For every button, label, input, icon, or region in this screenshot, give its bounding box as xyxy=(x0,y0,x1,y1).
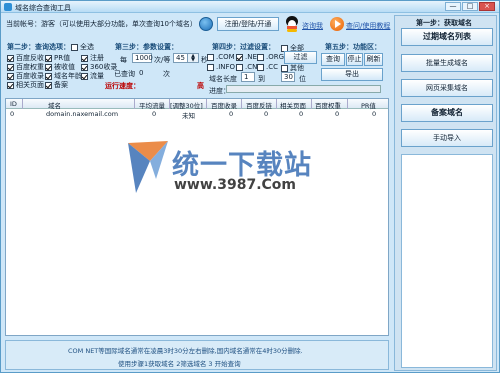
status-panel: COM NET等国际域名通常在凌晨3时30分左右删除,国内域名通常在4时30分删… xyxy=(5,340,389,370)
app-icon xyxy=(4,3,12,11)
select-all-checkbox[interactable]: 全选 xyxy=(71,42,94,52)
queried-label: 已查询 xyxy=(114,70,135,78)
step3-title: 第三步：参数设置： xyxy=(115,43,178,51)
length-from-input[interactable]: 1 xyxy=(241,72,255,82)
batch-generate-button[interactable]: 批量生成域名 xyxy=(401,54,493,72)
every-label: 每 xyxy=(120,56,127,64)
running-speed-label: 运行速度： xyxy=(105,82,140,90)
filter-checkbox[interactable]: .CN xyxy=(236,63,257,71)
close-button[interactable]: × xyxy=(479,2,495,11)
step4-title: 第四步：过滤设置： xyxy=(212,43,275,51)
length-label: 域名长度 xyxy=(209,75,237,83)
icp-domains-button[interactable]: 备案域名 xyxy=(401,104,493,122)
query-button[interactable]: 查询 xyxy=(321,53,345,66)
length-to-label: 到 xyxy=(258,75,265,83)
watermark-logo-icon xyxy=(128,141,168,193)
column-header[interactable]: 相关页面 xyxy=(280,100,306,110)
filter-checkbox[interactable]: .COM xyxy=(207,53,235,61)
times-label: 次/等 xyxy=(154,56,171,64)
status-line-1: COM NET等国际域名通常在凌晨3时30分左右删除,国内域名通常在4时30分删… xyxy=(68,347,303,355)
help-link[interactable]: 查问/使用教程 xyxy=(346,21,390,31)
qq-penguin-icon[interactable] xyxy=(285,16,299,32)
register-button[interactable]: 注册/登陆/开通 xyxy=(217,17,279,31)
filter-checkbox[interactable]: .ORG xyxy=(257,53,284,61)
results-table[interactable]: ID 域名 平均流量 [调整30位] 百度收录 百度反链 相关页面 百度权重 P… xyxy=(5,98,389,336)
table-cell: 0 xyxy=(372,110,377,118)
column-header[interactable]: 百度反链 xyxy=(246,100,272,110)
table-header: ID 域名 平均流量 [调整30位] 百度收录 百度反链 相关页面 百度权重 P… xyxy=(6,99,388,110)
count-input[interactable]: 1000 xyxy=(132,53,153,63)
export-button[interactable]: 导出 xyxy=(321,68,383,81)
refresh-icon[interactable] xyxy=(199,17,213,31)
domain-list-box[interactable] xyxy=(401,154,493,368)
filter-checkbox[interactable]: .INFO xyxy=(207,63,235,71)
table-cell: 0 xyxy=(152,110,157,118)
watermark: 统一下载站 www.3987.Com xyxy=(126,139,356,199)
column-header[interactable]: 百度权重 xyxy=(315,100,341,110)
option-checkbox[interactable]: 备案 xyxy=(45,80,68,90)
seconds-input[interactable]: 45 xyxy=(173,53,188,63)
table-cell: domain.naxemail.com xyxy=(46,110,119,118)
play-icon[interactable] xyxy=(330,17,344,31)
column-header[interactable]: 平均流量 xyxy=(139,100,165,110)
length-to-input[interactable]: 30 xyxy=(281,72,295,82)
filter-button[interactable]: 过滤 xyxy=(284,51,317,64)
queried-unit: 次 xyxy=(163,70,170,78)
watermark-url: www.3987.Com xyxy=(174,177,296,193)
column-header[interactable]: 域名 xyxy=(48,100,61,110)
stop-button[interactable]: 停止 xyxy=(346,53,363,66)
minimize-button[interactable]: — xyxy=(445,2,461,11)
refresh-button[interactable]: 刷新 xyxy=(364,53,383,66)
speed-value: 高 xyxy=(197,82,204,90)
progress-bar xyxy=(226,85,381,93)
expired-domains-button[interactable]: 过期域名列表 xyxy=(401,28,493,46)
table-cell: 0 xyxy=(299,110,304,118)
web-collect-button[interactable]: 网页采集域名 xyxy=(401,79,493,97)
right-panel: 第一步：获取域名 过期域名列表 批量生成域名 网页采集域名 备案域名 手动导入 xyxy=(394,15,497,371)
step2-title: 第二步：查询选项： xyxy=(7,43,70,51)
option-checkbox[interactable]: 流量 xyxy=(81,71,104,81)
seconds-stepper[interactable]: ▲ ▼ xyxy=(187,53,199,63)
table-cell: 0 xyxy=(10,110,15,118)
step1-title: 第一步：获取域名 xyxy=(416,19,472,27)
table-cell: 0 xyxy=(229,110,234,118)
maximize-button[interactable]: □ xyxy=(462,2,478,11)
title-bar[interactable]: 域名综合查询工具 — □ × xyxy=(1,1,499,13)
column-header[interactable]: PR值 xyxy=(361,100,376,110)
manual-import-button[interactable]: 手动导入 xyxy=(401,129,493,147)
filter-checkbox[interactable]: .CC xyxy=(257,63,278,71)
step5-title: 第五步：功能区： xyxy=(325,43,381,51)
column-header[interactable]: ID xyxy=(10,100,17,108)
column-header[interactable]: 百度收录 xyxy=(211,100,237,110)
option-checkbox[interactable]: 相关页面 xyxy=(7,80,44,90)
table-cell: 未知 xyxy=(182,112,195,120)
table-cell: 0 xyxy=(264,110,269,118)
column-header[interactable]: [调整30位] xyxy=(170,100,203,110)
status-line-2: 使用步骤1获取域名 2筛选域名 3 开始查询 xyxy=(118,360,241,368)
main-window: 域名综合查询工具 — □ × 当前帐号：游客（可以使用大部分功能，单次查询10个… xyxy=(0,0,500,373)
window-title: 域名综合查询工具 xyxy=(15,4,71,12)
queried-count: 0 xyxy=(139,69,144,77)
contact-link[interactable]: 咨询我 xyxy=(302,21,323,31)
table-cell: 0 xyxy=(335,110,340,118)
length-unit: 位 xyxy=(299,75,306,83)
account-status: 当前帐号：游客（可以使用大部分功能，单次查询10个域名） xyxy=(6,20,197,28)
